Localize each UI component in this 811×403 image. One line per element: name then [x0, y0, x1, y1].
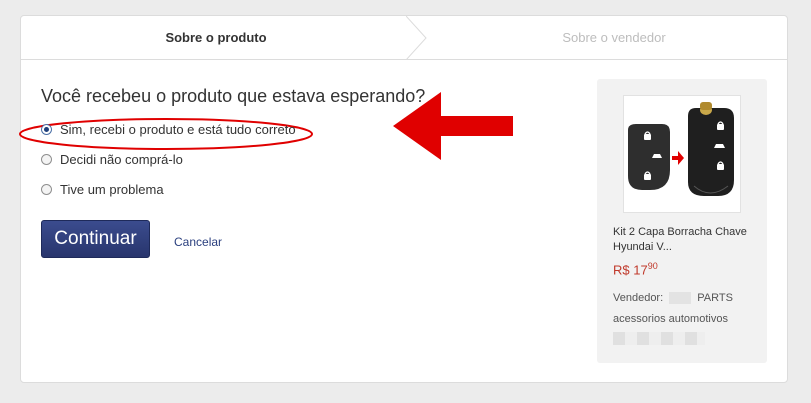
- car-key-cover-image: [628, 102, 734, 196]
- option-decided-not-buy-label: Decidi não comprá-lo: [60, 152, 183, 167]
- seller-name-redacted: [669, 292, 692, 305]
- tab-about-seller[interactable]: Sobre o vendedor: [441, 16, 787, 59]
- continue-button[interactable]: Continuar: [41, 220, 150, 258]
- tab-about-seller-label: Sobre o vendedor: [562, 30, 666, 45]
- seller-label: Vendedor:: [613, 292, 664, 304]
- tab-about-product-label: Sobre o produto: [165, 30, 267, 45]
- seller-extra-redacted: [613, 332, 705, 345]
- price-cents: 90: [647, 261, 658, 271]
- option-had-problem-label: Tive um problema: [60, 182, 164, 197]
- feedback-card: Sobre o produto Sobre o vendedor Você re…: [19, 15, 788, 383]
- red-left-arrow-icon: [393, 92, 513, 160]
- tab-bar: Sobre o produto Sobre o vendedor: [21, 16, 787, 60]
- radio-decided-not-buy[interactable]: [41, 154, 52, 165]
- product-image[interactable]: [623, 95, 741, 213]
- price-currency: R$: [613, 262, 630, 278]
- option-received-ok-label: Sim, recebi o produto e está tudo corret…: [60, 122, 296, 137]
- price-int: 17: [633, 262, 648, 278]
- option-received-ok[interactable]: Sim, recebi o produto e está tudo corret…: [41, 122, 296, 137]
- product-price: R$ 1790: [613, 261, 658, 277]
- tab-divider-chevron: [406, 16, 427, 60]
- radio-received-ok[interactable]: [41, 124, 52, 135]
- tab-about-product[interactable]: Sobre o produto: [21, 16, 411, 59]
- question-heading: Você recebeu o produto que estava espera…: [41, 86, 426, 106]
- option-decided-not-buy[interactable]: Decidi não comprá-lo: [41, 152, 183, 167]
- seller-description: acessorios automotivos: [613, 313, 728, 325]
- cancel-link[interactable]: Cancelar: [174, 235, 222, 249]
- seller-name-suffix: PARTS: [697, 292, 733, 304]
- option-had-problem[interactable]: Tive um problema: [41, 182, 164, 197]
- seller-info: Vendedor: PARTS: [613, 292, 733, 305]
- product-summary: Kit 2 Capa Borracha Chave Hyundai V... R…: [597, 79, 767, 363]
- radio-had-problem[interactable]: [41, 184, 52, 195]
- product-title[interactable]: Kit 2 Capa Borracha Chave Hyundai V...: [613, 225, 757, 255]
